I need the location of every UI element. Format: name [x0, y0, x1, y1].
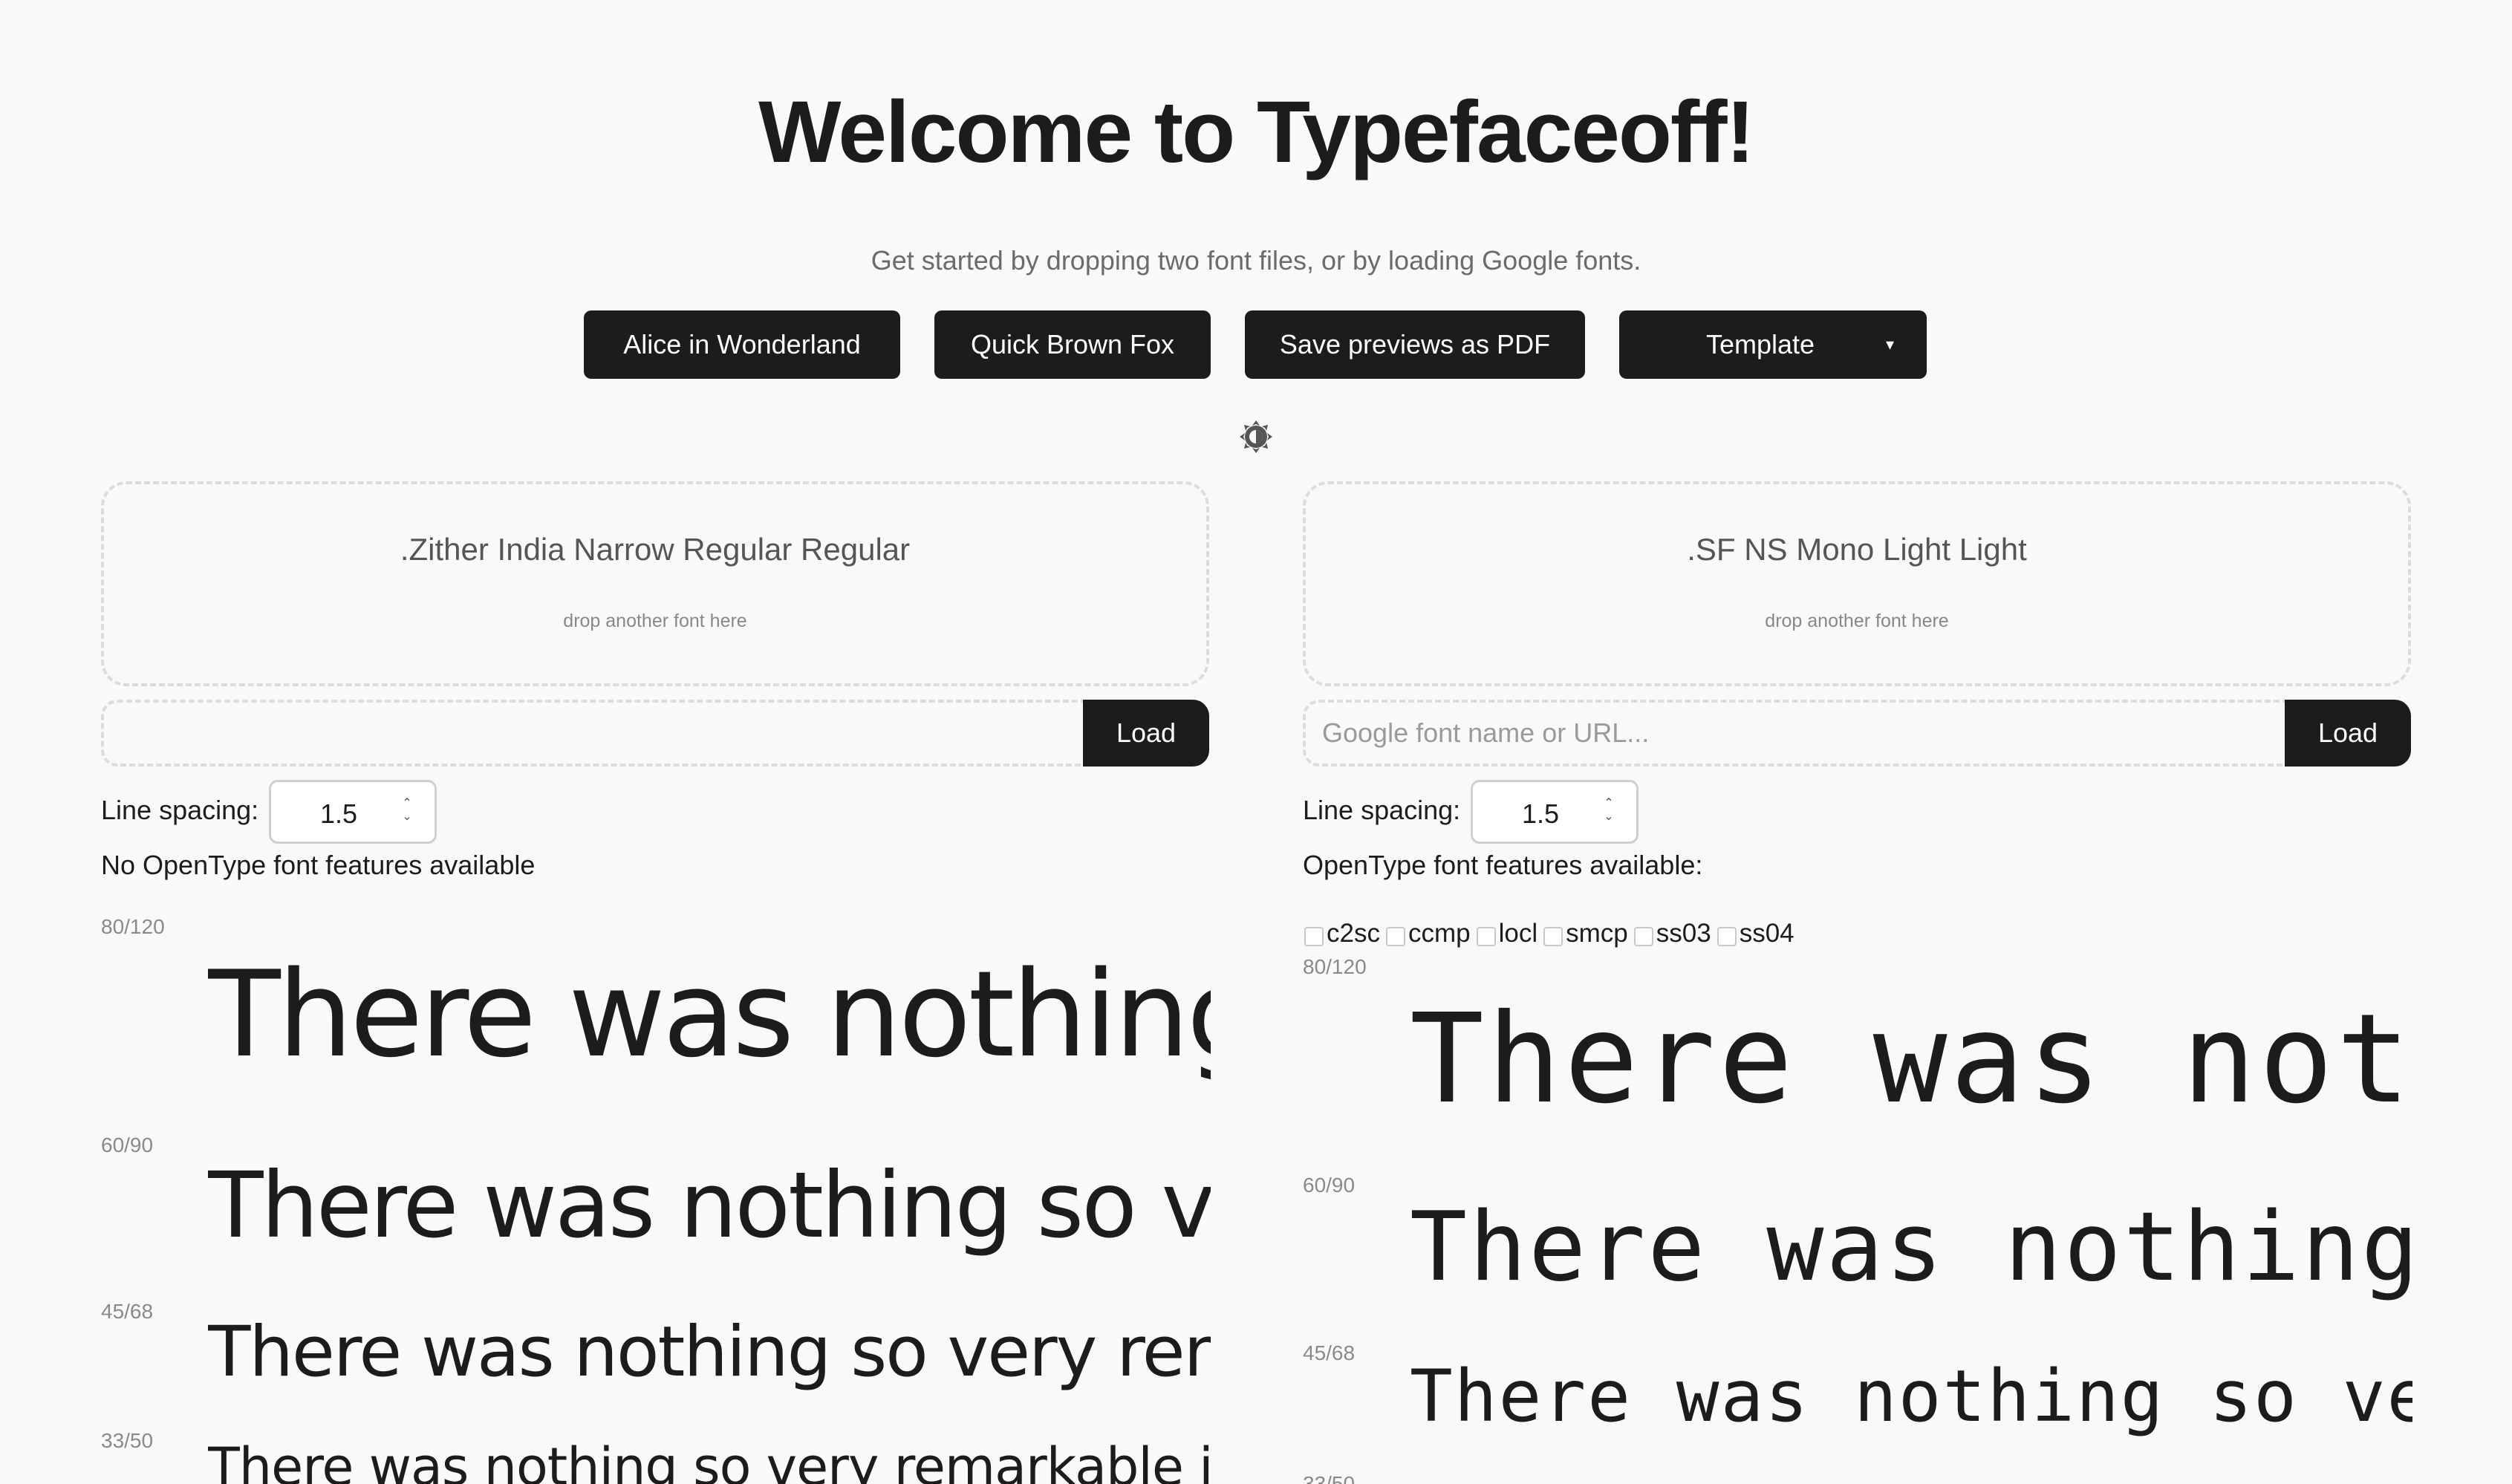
sample-text-row: There was nothing so very remarkable in …: [208, 945, 1211, 1086]
font-dropzone-right[interactable]: .SF NS Mono Light Light drop another fon…: [1303, 481, 2411, 686]
checkbox[interactable]: [1633, 927, 1653, 946]
sample-text-row: There was nothing so very remarkable in …: [1410, 1191, 2412, 1303]
line-spacing-label-right: Line spacing:: [1303, 795, 1461, 825]
load-button-left[interactable]: Load: [1083, 700, 1209, 767]
sample-text: There was nothing so very remarkable in …: [1410, 1355, 2412, 1438]
sample-text-row: There was nothing so very remarkable in …: [208, 1151, 1211, 1263]
font-name-right: .SF NS Mono Light Light: [1687, 532, 2027, 567]
line-spacing-label-left: Line spacing:: [101, 795, 259, 825]
size-label: 33/50: [1303, 1472, 1356, 1484]
feature-checkbox-ss04[interactable]: ss04: [1717, 919, 1794, 948]
line-spacing-value-left: 1.5: [320, 798, 358, 829]
feature-label: ccmp: [1408, 919, 1471, 948]
feature-checkbox-smcp[interactable]: smcp: [1543, 919, 1628, 948]
size-label: 45/68: [1303, 1341, 1356, 1364]
sample-text-row: There was nothing so very remarkable in …: [208, 1312, 1211, 1395]
line-spacing-input-left[interactable]: 1.5 ⌃ ⌄: [269, 780, 437, 844]
size-label: 33/50: [101, 1429, 154, 1452]
save-pdf-button[interactable]: Save previews as PDF: [1245, 310, 1585, 379]
feature-label: ss04: [1739, 919, 1794, 948]
checkbox[interactable]: [1543, 927, 1564, 946]
drop-hint-left: drop another font here: [563, 611, 747, 631]
google-font-input-right[interactable]: [1303, 700, 2291, 767]
size-label-row: 33/50: [1303, 1468, 1451, 1484]
chevron-down-icon: ▾: [1885, 335, 1894, 354]
sample-text: There was nothing so very remarkable in …: [1410, 1192, 2412, 1303]
line-spacing-value-right: 1.5: [1522, 798, 1560, 829]
line-spacing-input-right[interactable]: 1.5 ⌃ ⌄: [1471, 780, 1639, 844]
sample-text: There was nothing so very remarkable in …: [208, 945, 1211, 1084]
checkbox[interactable]: [1476, 927, 1496, 946]
sample-text: There was nothing so very remarkable in …: [208, 1438, 1211, 1484]
checkbox[interactable]: [1304, 927, 1324, 946]
google-font-input-left[interactable]: [101, 700, 1089, 767]
font-name-left: .Zither India Narrow Regular Regular: [400, 532, 911, 567]
feature-checkbox-locl[interactable]: locl: [1476, 919, 1538, 948]
sample-text-row: There was nothing so very remarkable in …: [1410, 1353, 2412, 1442]
template-label: Template: [1705, 329, 1815, 359]
feature-checkbox-ccmp[interactable]: ccmp: [1385, 919, 1471, 948]
page-title: Welcome to Typefaceoff!: [758, 83, 1755, 181]
theme-toggle-icon[interactable]: [1238, 419, 1274, 455]
google-font-row-right: Load: [1303, 700, 2411, 767]
typefaceoff-page: Welcome to Typefaceoff! Get started by d…: [0, 0, 2512, 1484]
alice-in-wonderland-button[interactable]: Alice in Wonderland: [584, 310, 900, 379]
feature-label: locl: [1498, 919, 1538, 948]
size-label: 80/120: [101, 915, 165, 938]
checkbox[interactable]: [1717, 927, 1737, 946]
size-label: 80/120: [1303, 955, 1367, 978]
opentype-features-list: c2sc ccmp locl smcp ss03 ss04: [1304, 915, 1800, 952]
size-label: 60/90: [101, 1133, 154, 1156]
sample-text: There was nothing so very remarkable in …: [208, 1312, 1211, 1393]
opentype-label-right: OpenType font features available:: [1303, 850, 1703, 880]
feature-checkbox-c2sc[interactable]: c2sc: [1304, 919, 1380, 948]
spinner-icon[interactable]: ⌃ ⌄: [1601, 797, 1617, 828]
quick-brown-fox-button[interactable]: Quick Brown Fox: [934, 310, 1211, 379]
feature-label: c2sc: [1327, 919, 1380, 948]
spinner-icon[interactable]: ⌃ ⌄: [399, 797, 415, 828]
feature-label: smcp: [1566, 919, 1628, 948]
template-dropdown[interactable]: Template ▾: [1619, 310, 1927, 379]
font-dropzone-left[interactable]: .Zither India Narrow Regular Regular dro…: [101, 481, 1209, 686]
opentype-label-left: No OpenType font features available: [101, 850, 536, 880]
drop-hint-right: drop another font here: [1765, 611, 1949, 631]
sample-text: There was nothing so very remarkable in …: [208, 1153, 1211, 1258]
sample-text: There was nothing so very remarkable in …: [1410, 988, 2412, 1130]
load-button-right[interactable]: Load: [2285, 700, 2411, 767]
google-font-row-left: Load: [101, 700, 1209, 767]
feature-checkbox-ss03[interactable]: ss03: [1633, 919, 1711, 948]
sample-text-row: There was nothing so very remarkable in …: [1410, 985, 2412, 1130]
size-label: 60/90: [1303, 1174, 1356, 1197]
page-subtitle: Get started by dropping two font files, …: [871, 245, 1641, 276]
sample-text-row: There was nothing so very remarkable in …: [208, 1438, 1211, 1484]
size-label: 45/68: [101, 1300, 154, 1323]
checkbox[interactable]: [1385, 927, 1405, 946]
feature-label: ss03: [1656, 919, 1711, 948]
brightness-icon: [1240, 420, 1272, 453]
